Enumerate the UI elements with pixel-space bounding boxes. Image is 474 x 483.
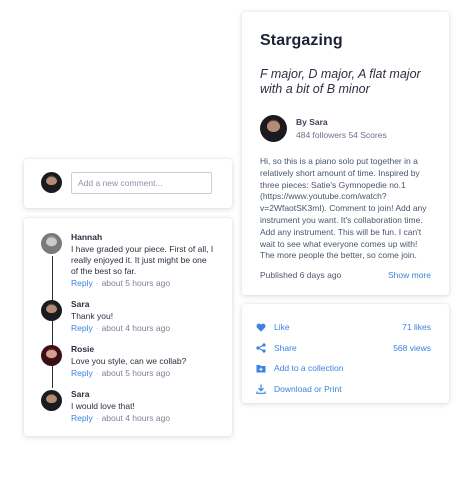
commenter-avatar[interactable] xyxy=(41,300,62,321)
score-info-card: Stargazing F major, D major, A flat majo… xyxy=(242,12,449,295)
actions-card: Like 71 likes Share 568 views Add to a c… xyxy=(242,304,449,403)
download-icon xyxy=(256,384,266,394)
comment-time: about 5 hours ago xyxy=(101,278,171,288)
show-more-link[interactable]: Show more xyxy=(388,270,431,280)
download-print-label: Download or Print xyxy=(274,383,342,394)
comment-author[interactable]: Rosie xyxy=(71,344,214,354)
like-button[interactable]: Like 71 likes xyxy=(256,317,431,338)
comment-thread-card: Hannah I have graded your piece. First o… xyxy=(24,218,232,436)
comment-item: Sara I would love that! Reply · about 4 ho… xyxy=(41,389,214,434)
score-description: Hi, so this is a piano solo put together… xyxy=(260,156,427,261)
comment-time: about 4 hours ago xyxy=(101,413,171,423)
meta-separator: · xyxy=(95,278,99,288)
like-count: 71 likes xyxy=(402,322,431,333)
new-comment-input[interactable] xyxy=(71,172,212,194)
comment-text: I would love that! xyxy=(71,401,135,411)
comment-time: about 4 hours ago xyxy=(101,323,171,333)
comment-item: Rosie Love you style, can we collab? Rep… xyxy=(41,344,214,389)
share-label: Share xyxy=(274,342,297,353)
heart-icon xyxy=(256,322,266,332)
author-block[interactable]: By Sara 484 followers 54 Scores xyxy=(260,115,431,142)
folder-add-icon xyxy=(256,363,266,373)
share-icon xyxy=(256,343,266,353)
meta-separator: · xyxy=(95,323,99,333)
author-avatar[interactable] xyxy=(260,115,287,142)
view-count: 568 views xyxy=(393,342,431,353)
comment-item: Sara Thank you! Reply · about 4 hours ago xyxy=(41,299,214,344)
author-name[interactable]: By Sara xyxy=(296,117,387,127)
commenter-avatar[interactable] xyxy=(41,345,62,366)
download-print-button[interactable]: Download or Print xyxy=(256,379,431,400)
reply-link[interactable]: Reply xyxy=(71,323,93,333)
comment-author[interactable]: Sara xyxy=(71,389,214,399)
published-date: Published 6 days ago xyxy=(260,270,342,280)
commenter-avatar[interactable] xyxy=(41,390,62,411)
comment-author[interactable]: Sara xyxy=(71,299,214,309)
score-title: Stargazing xyxy=(260,32,343,49)
reply-link[interactable]: Reply xyxy=(71,413,93,423)
comment-time: about 5 hours ago xyxy=(101,368,171,378)
comment-text: I have graded your piece. First of all, … xyxy=(71,244,214,276)
meta-separator: · xyxy=(95,368,99,378)
author-stats: 484 followers 54 Scores xyxy=(296,130,387,140)
comment-text: Love you style, can we collab? xyxy=(71,356,187,366)
like-label: Like xyxy=(274,322,290,333)
comment-text: Thank you! xyxy=(71,311,114,321)
add-to-collection-button[interactable]: Add to a collection xyxy=(256,358,431,379)
score-subtitle: F major, D major, A flat major with a bi… xyxy=(260,67,421,96)
comment-author[interactable]: Hannah xyxy=(71,232,214,242)
meta-separator: · xyxy=(95,413,99,423)
reply-link[interactable]: Reply xyxy=(71,278,93,288)
reply-link[interactable]: Reply xyxy=(71,368,93,378)
current-user-avatar xyxy=(41,172,62,193)
share-button[interactable]: Share 568 views xyxy=(256,338,431,359)
new-comment-card xyxy=(24,159,232,208)
add-to-collection-label: Add to a collection xyxy=(274,363,344,374)
comment-item: Hannah I have graded your piece. First o… xyxy=(41,232,214,288)
commenter-avatar[interactable] xyxy=(41,233,62,254)
